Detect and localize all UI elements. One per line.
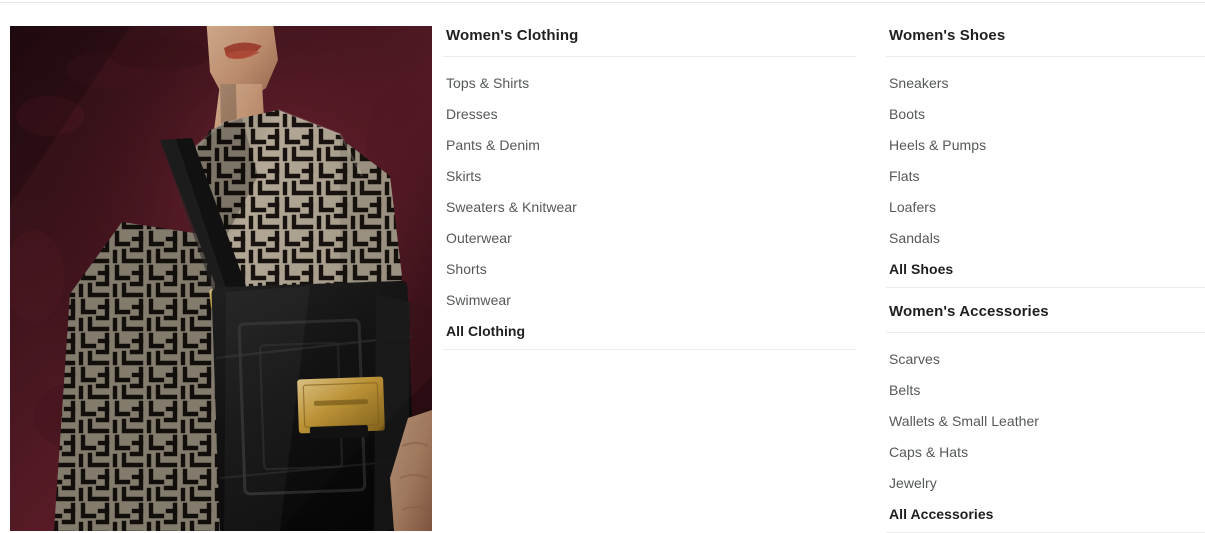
list-item: Shorts [443,254,856,285]
menu-link-all-clothing[interactable]: All Clothing [443,316,856,349]
menu-column-clothing: Women's Clothing Tops & Shirts Dresses P… [443,26,886,350]
menu-link-sandals[interactable]: Sandals [886,223,1205,254]
list-item: All Shoes [886,254,1205,287]
list-item: Scarves [886,344,1205,375]
list-item: Sneakers [886,68,1205,99]
menu-list-womens-accessories: Scarves Belts Wallets & Small Leather Ca… [886,333,1205,532]
menu-link-shorts[interactable]: Shorts [443,254,856,285]
list-item: Outerwear [443,223,856,254]
promo-image-link[interactable] [10,26,432,531]
menu-link-wallets-small-leather[interactable]: Wallets & Small Leather [886,406,1205,437]
menu-link-all-accessories[interactable]: All Accessories [886,499,1205,532]
list-item: Sweaters & Knitwear [443,192,856,223]
menu-group-womens-shoes: Women's Shoes Sneakers Boots Heels & Pum… [886,26,1205,288]
menu-list-womens-shoes: Sneakers Boots Heels & Pumps Flats Loafe… [886,57,1205,287]
menu-link-caps-hats[interactable]: Caps & Hats [886,437,1205,468]
list-item: Pants & Denim [443,130,856,161]
list-item: Belts [886,375,1205,406]
promo-image-column [0,3,443,531]
list-item: All Accessories [886,499,1205,532]
promo-campaign-image [10,26,432,531]
menu-link-swimwear[interactable]: Swimwear [443,285,856,316]
list-item: All Clothing [443,316,856,349]
list-item: Wallets & Small Leather [886,406,1205,437]
group-heading-womens-shoes: Women's Shoes [886,26,1205,57]
menu-link-sneakers[interactable]: Sneakers [886,68,1205,99]
menu-links-area: Women's Clothing Tops & Shirts Dresses P… [443,3,1205,533]
menu-link-scarves[interactable]: Scarves [886,344,1205,375]
menu-link-skirts[interactable]: Skirts [443,161,856,192]
menu-link-outerwear[interactable]: Outerwear [443,223,856,254]
menu-link-dresses[interactable]: Dresses [443,99,856,130]
list-item: Flats [886,161,1205,192]
list-item: Heels & Pumps [886,130,1205,161]
menu-link-boots[interactable]: Boots [886,99,1205,130]
list-item: Swimwear [443,285,856,316]
menu-link-flats[interactable]: Flats [886,161,1205,192]
menu-list-womens-clothing: Tops & Shirts Dresses Pants & Denim Skir… [443,57,856,349]
menu-link-belts[interactable]: Belts [886,375,1205,406]
list-item: Jewelry [886,468,1205,499]
list-item: Skirts [443,161,856,192]
list-item: Boots [886,99,1205,130]
menu-link-jewelry[interactable]: Jewelry [886,468,1205,499]
menu-link-tops-shirts[interactable]: Tops & Shirts [443,68,856,99]
menu-link-all-shoes[interactable]: All Shoes [886,254,1205,287]
menu-link-sweaters-knitwear[interactable]: Sweaters & Knitwear [443,192,856,223]
list-item: Dresses [443,99,856,130]
menu-column-shoes-accessories: Women's Shoes Sneakers Boots Heels & Pum… [886,26,1205,533]
menu-link-loafers[interactable]: Loafers [886,192,1205,223]
list-item: Loafers [886,192,1205,223]
group-heading-womens-accessories: Women's Accessories [886,302,1205,333]
list-item: Sandals [886,223,1205,254]
menu-link-heels-pumps[interactable]: Heels & Pumps [886,130,1205,161]
list-item: Tops & Shirts [443,68,856,99]
mega-menu-panel: Women's Clothing Tops & Shirts Dresses P… [0,3,1205,533]
group-heading-womens-clothing: Women's Clothing [443,26,856,57]
menu-group-womens-accessories: Women's Accessories Scarves Belts Wallet… [886,302,1205,533]
menu-group-womens-clothing: Women's Clothing Tops & Shirts Dresses P… [443,26,856,350]
list-item: Caps & Hats [886,437,1205,468]
menu-link-pants-denim[interactable]: Pants & Denim [443,130,856,161]
